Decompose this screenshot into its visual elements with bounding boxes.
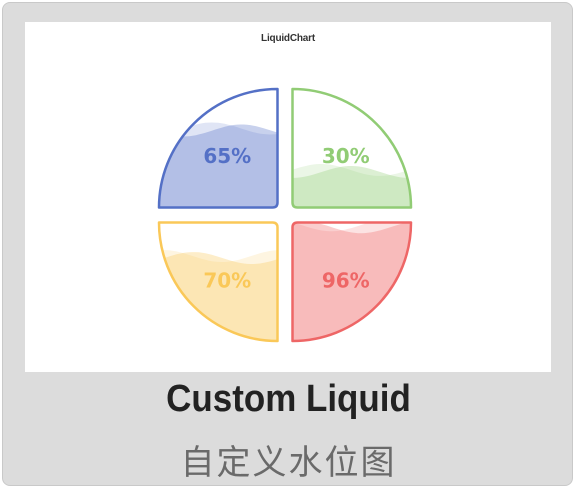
card-subtitle: 自定义水位图	[180, 443, 397, 483]
liquid-value-label-1: 65%	[203, 144, 251, 168]
liquid-quadrant-4[interactable]: 96%	[288, 219, 417, 346]
card-title: Custom Liquid	[166, 378, 411, 420]
liquid-wave-1	[159, 124, 278, 208]
liquid-quadrant-1[interactable]: 65%	[154, 87, 283, 213]
liquid-value-label-2: 30%	[322, 144, 370, 168]
liquid-chart: 65% 30% 70% 96%	[154, 87, 417, 347]
liquid-value-label-4: 96%	[322, 268, 370, 292]
liquid-value-label-3: 70%	[203, 268, 251, 292]
liquid-quadrant-3[interactable]: 70%	[154, 221, 283, 347]
liquid-quadrant-2[interactable]: 30%	[288, 87, 417, 213]
liquid-wave-3	[159, 252, 278, 341]
chart-canvas: LiquidChart 65% 30% 70% 96%	[25, 22, 551, 372]
